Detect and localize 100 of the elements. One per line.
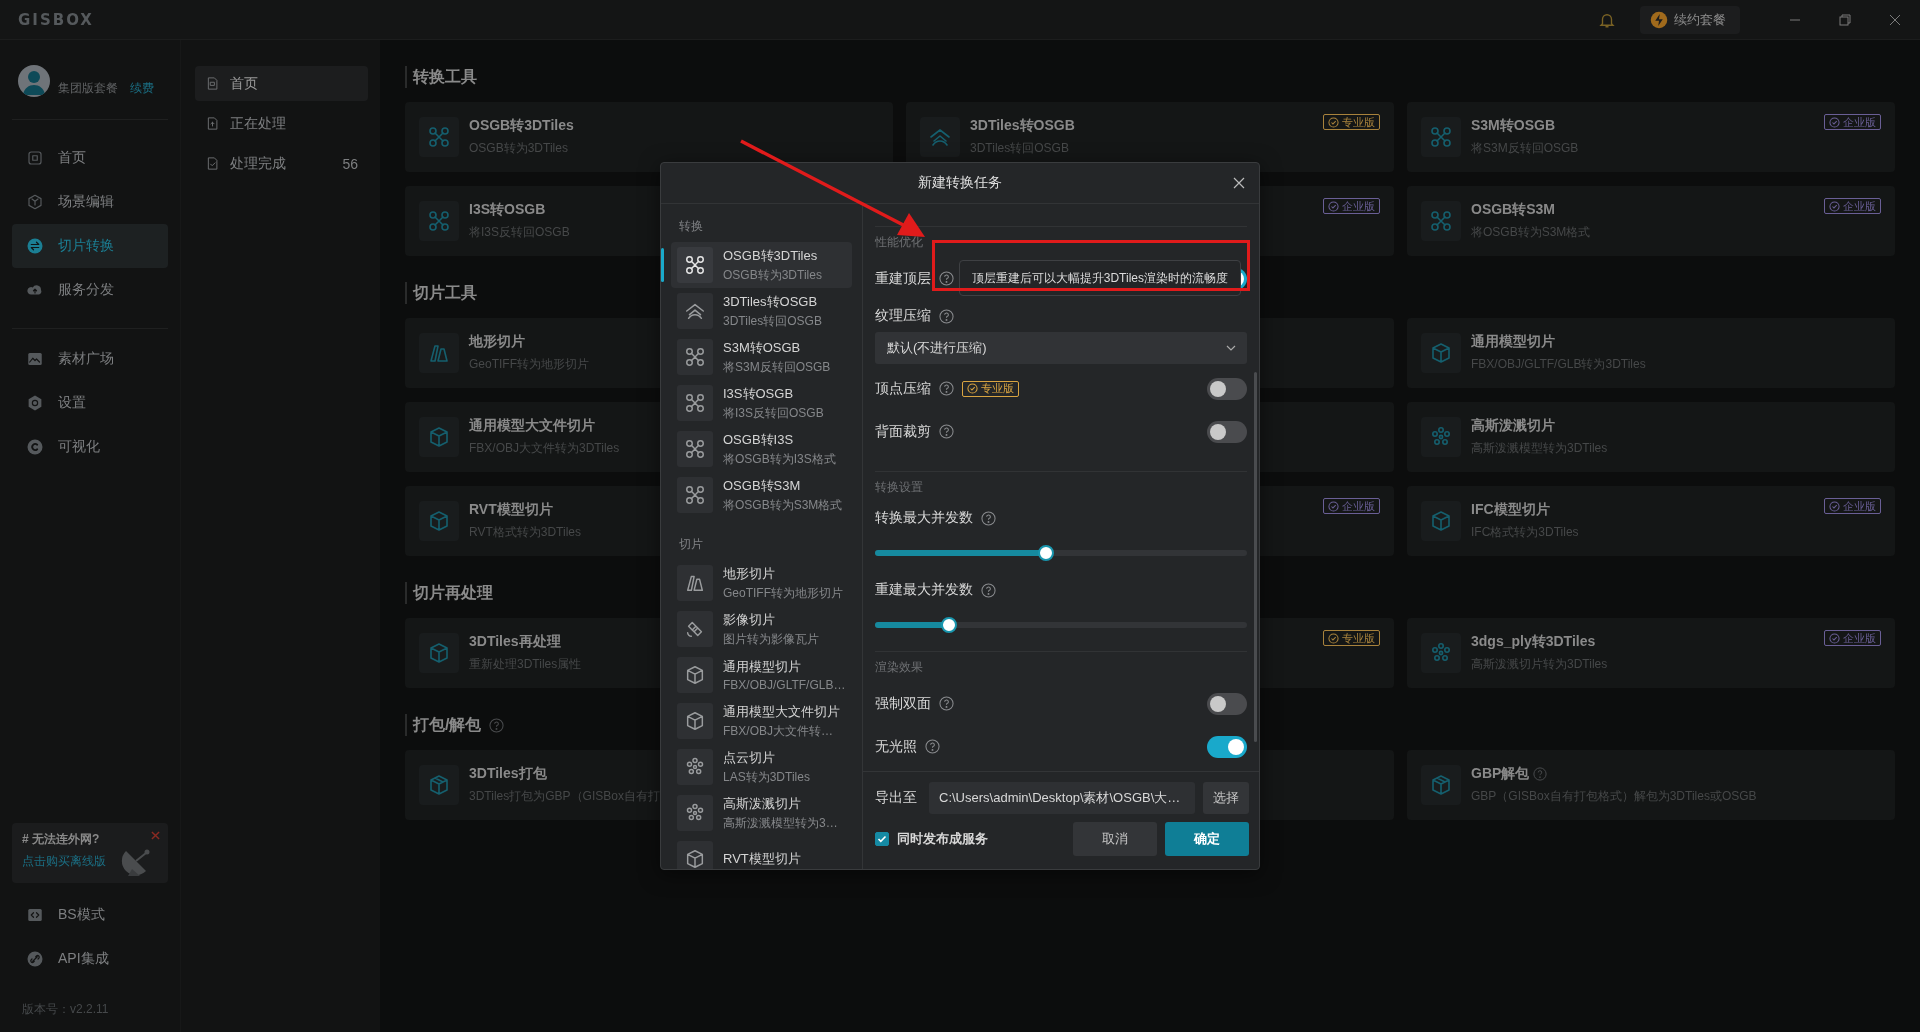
tool-description: OSGB转为3DTiles bbox=[723, 266, 822, 284]
tool-description: FBX/OBJ大文件转… bbox=[723, 722, 834, 740]
edition-badge: 专业版 bbox=[1323, 630, 1380, 646]
export-path-field[interactable]: C:\Users\admin\Desktop\素材\OSGB\大… bbox=[929, 782, 1195, 814]
compression-dropdown[interactable]: 默认(不进行压缩) bbox=[875, 332, 1247, 364]
card-title: 3dgs_ply转3DTiles bbox=[1471, 633, 1596, 651]
checkbox[interactable] bbox=[875, 832, 889, 846]
card-title: 3DTiles转OSGB bbox=[970, 117, 1075, 135]
close-icon bbox=[1889, 13, 1901, 26]
toggle-switch[interactable] bbox=[1207, 692, 1247, 715]
help-icon[interactable] bbox=[939, 381, 954, 396]
document-icon bbox=[205, 116, 220, 131]
tool-description: 将OSGB转为I3S格式 bbox=[723, 450, 836, 468]
tool-list-item[interactable]: 通用模型大文件切片 FBX/OBJ大文件转… bbox=[671, 698, 852, 744]
slider[interactable] bbox=[875, 545, 1247, 561]
mountain-icon bbox=[26, 350, 44, 368]
nodes-icon bbox=[684, 484, 706, 506]
tool-list-item[interactable]: S3M转OSGB 将S3M反转回OSGB bbox=[671, 334, 852, 380]
setting-label: 强制双面 bbox=[875, 694, 931, 713]
edition-badge: 专业版 bbox=[1323, 114, 1380, 130]
nodes-icon bbox=[427, 125, 451, 149]
task-nav-item[interactable]: 处理完成 56 bbox=[195, 146, 368, 181]
toggle-switch[interactable] bbox=[1207, 735, 1247, 758]
document-icon bbox=[205, 156, 220, 171]
tool-description: GeoTIFF转为地形切片 bbox=[723, 584, 843, 602]
home-icon bbox=[26, 149, 44, 167]
edition-badge: 企业版 bbox=[1824, 498, 1881, 514]
toggle-switch[interactable] bbox=[1207, 377, 1247, 400]
box-icon bbox=[1429, 773, 1453, 797]
nav-item[interactable]: 切片转换 bbox=[12, 224, 168, 268]
tool-list-item[interactable]: OSGB转I3S 将OSGB转为I3S格式 bbox=[671, 426, 852, 472]
nav-item[interactable]: 服务分发 bbox=[12, 268, 168, 312]
scrollbar[interactable] bbox=[1254, 372, 1257, 742]
tool-title: RVT模型切片 bbox=[723, 850, 801, 868]
edition-badge: 企业版 bbox=[1824, 114, 1881, 130]
selection-bar bbox=[661, 248, 664, 282]
avatar-icon[interactable] bbox=[18, 65, 50, 97]
tool-title: 3DTiles转OSGB bbox=[723, 292, 819, 311]
nodes-icon bbox=[684, 392, 706, 414]
group-label: 切片 bbox=[678, 536, 704, 553]
cube-icon bbox=[684, 710, 706, 732]
slider[interactable] bbox=[875, 617, 1247, 633]
tool-list-item[interactable]: RVT模型切片 bbox=[671, 836, 852, 869]
app-logo: GISBOX bbox=[18, 10, 94, 29]
help-icon[interactable] bbox=[939, 696, 954, 711]
tool-description: 将S3M反转回OSGB bbox=[723, 358, 831, 376]
dialog-title: 新建转换任务 bbox=[918, 174, 1002, 192]
nodes-icon bbox=[1429, 125, 1453, 149]
section-title: 切片工具 bbox=[413, 282, 477, 303]
edition-badge: 企业版 bbox=[1323, 498, 1380, 514]
tool-description: 将OSGB转为S3M格式 bbox=[723, 496, 843, 514]
help-icon[interactable] bbox=[925, 739, 940, 754]
help-icon[interactable] bbox=[939, 308, 954, 324]
cancel-button[interactable]: 取消 bbox=[1073, 822, 1157, 856]
slider-thumb[interactable] bbox=[1038, 545, 1055, 561]
slider-thumb[interactable] bbox=[941, 617, 958, 633]
setting-label: 重建最大并发数 bbox=[875, 581, 973, 599]
restore-icon bbox=[1839, 13, 1851, 26]
gear-icon bbox=[26, 394, 44, 412]
help-icon[interactable] bbox=[981, 510, 996, 526]
card-title: 3DTiles再处理 bbox=[469, 633, 561, 651]
card-title: 地形切片 bbox=[469, 333, 525, 351]
nav-item[interactable]: 素材广场 bbox=[12, 337, 168, 381]
card-title: 通用模型切片 bbox=[1471, 333, 1555, 351]
choose-button[interactable]: 选择 bbox=[1203, 782, 1249, 814]
help-icon[interactable] bbox=[939, 424, 954, 439]
card-title: OSGB转S3M bbox=[1471, 201, 1555, 219]
setting-label: 重建顶层 bbox=[875, 269, 931, 288]
task-nav-item[interactable]: 首页 bbox=[195, 66, 368, 101]
cube-icon bbox=[684, 664, 706, 686]
help-icon[interactable] bbox=[939, 271, 954, 286]
nav-item[interactable]: 设置 bbox=[12, 381, 168, 425]
buy-offline-link[interactable]: 点击购买离线版 bbox=[22, 853, 106, 870]
tool-list-item[interactable]: 地形切片 GeoTIFF转为地形切片 bbox=[671, 560, 852, 606]
nav-item[interactable]: 可视化 bbox=[12, 425, 168, 469]
nodes-icon bbox=[684, 346, 706, 368]
nav-item[interactable]: API集成 bbox=[12, 937, 168, 981]
cube-icon bbox=[427, 509, 451, 533]
confirm-button[interactable]: 确定 bbox=[1165, 822, 1249, 856]
checkmark-icon bbox=[877, 834, 887, 844]
task-nav-item[interactable]: 正在处理 bbox=[195, 106, 368, 141]
nav-item[interactable]: 场景编辑 bbox=[12, 180, 168, 224]
renew-button[interactable]: 续约套餐 bbox=[1640, 5, 1740, 34]
section-title: 切片再处理 bbox=[413, 582, 493, 603]
help-icon[interactable] bbox=[981, 582, 996, 598]
tool-title: OSGB转I3S bbox=[723, 430, 795, 449]
cube-icon bbox=[684, 848, 706, 869]
card-title: RVT模型切片 bbox=[469, 501, 553, 519]
nodes-icon bbox=[684, 254, 706, 276]
card-title: 3DTiles打包 bbox=[469, 765, 547, 783]
renew-link[interactable]: 续费 bbox=[130, 80, 154, 97]
nav-item[interactable]: BS模式 bbox=[12, 893, 168, 937]
tool-title: S3M转OSGB bbox=[723, 338, 802, 357]
link-icon bbox=[26, 950, 44, 968]
tool-title: 高斯泼溅切片 bbox=[723, 794, 802, 813]
toggle-switch[interactable] bbox=[1207, 420, 1247, 443]
cube-icon bbox=[1429, 509, 1453, 533]
cube-icon bbox=[1429, 341, 1453, 365]
nav-item[interactable]: 首页 bbox=[12, 136, 168, 180]
promo-title: # 无法连外网? bbox=[22, 831, 100, 848]
